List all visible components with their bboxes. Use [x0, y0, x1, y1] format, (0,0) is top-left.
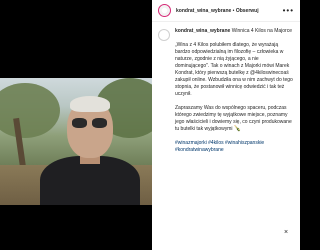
caption-avatar[interactable]	[158, 29, 170, 41]
bottle-emoji: 🍾	[233, 126, 242, 132]
caption-title-line: kondrat_wina_wybrane Winnica 4 Kilos na …	[175, 28, 294, 35]
follow-button[interactable]: Obserwuj	[236, 8, 259, 14]
corner-mark: ×	[284, 229, 289, 236]
background-tree	[0, 83, 60, 138]
more-options-icon[interactable]: •••	[283, 6, 294, 15]
post-header: kondrat_wina_wybrane • Obserwuj •••	[152, 0, 300, 22]
post-header-text: kondrat_wina_wybrane • Obserwuj	[176, 8, 259, 14]
caption-paragraph-1: „Wina z 4 Kilos polubiłem dlatego, że wy…	[175, 42, 293, 97]
post-video-frame[interactable]	[0, 78, 152, 205]
caption-title: Winnica 4 Kilos na Majorce	[231, 28, 292, 34]
username-link[interactable]: kondrat_wina_wybrane	[176, 8, 231, 14]
sunglasses	[72, 118, 108, 128]
caption-paragraph-2: Zapraszamy Was do wspólnego spaceru, pod…	[175, 105, 294, 133]
caption-row: kondrat_wina_wybrane Winnica 4 Kilos na …	[158, 28, 294, 161]
post-caption-area: kondrat_wina_wybrane Winnica 4 Kilos na …	[152, 22, 300, 161]
post-side-panel: kondrat_wina_wybrane • Obserwuj ••• kond…	[152, 0, 300, 250]
caption-text: kondrat_wina_wybrane Winnica 4 Kilos na …	[175, 28, 294, 161]
caption-hashtags[interactable]: #winazmajorki #4kilos #winahiszpanskie #…	[175, 140, 294, 154]
person-hair	[70, 96, 110, 112]
profile-avatar[interactable]	[158, 4, 171, 17]
caption-username-link[interactable]: kondrat_wina_wybrane	[175, 28, 230, 34]
instagram-post-modal: kondrat_wina_wybrane • Obserwuj ••• kond…	[0, 0, 300, 250]
